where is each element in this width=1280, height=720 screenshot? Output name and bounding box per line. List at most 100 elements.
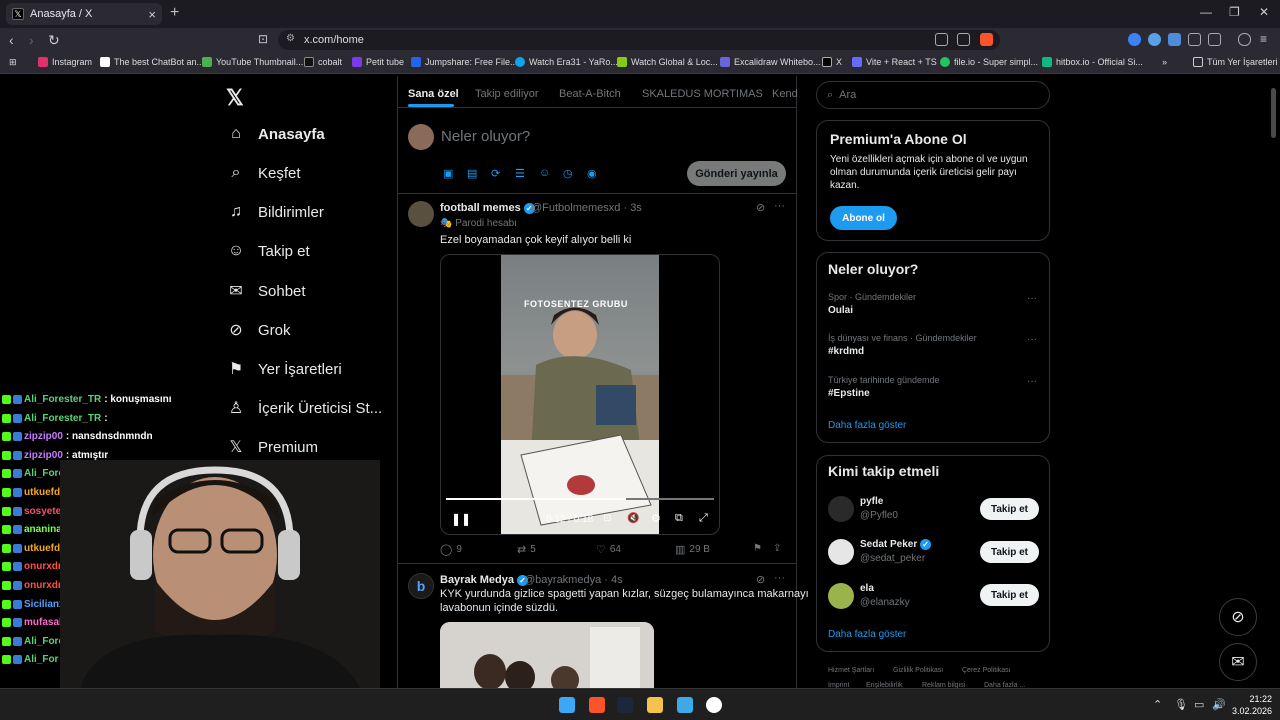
grok-fab-icon[interactable]: ⊘ [1219,598,1257,636]
cast-icon[interactable] [935,33,948,46]
share-tweet-icon[interactable]: ⇪ [773,543,781,554]
bookmark-item[interactable]: Jumpshare: Free File... [411,57,518,67]
x-logo-icon[interactable]: 𝕏 [226,85,244,111]
tweet-image[interactable] [440,622,654,688]
tab-following[interactable]: Takip ediliyor [475,88,539,100]
schedule-icon[interactable]: ◷ [563,167,573,180]
tab-list-2[interactable]: SKALEDUS MORTIMAS [642,88,763,100]
bookmark-item[interactable]: hitbox.io - Official Si... [1042,57,1143,67]
publish-post-button[interactable]: Gönderi yayınla [687,161,786,186]
app-taskbar-icon[interactable] [677,697,693,713]
show-more-trends-link[interactable]: Daha fazla göster [828,420,906,431]
share-icon[interactable] [957,33,970,46]
network-icon[interactable]: ▭ [1194,698,1204,711]
suggested-user-name[interactable]: Sedat Peker ✓ [860,539,932,550]
suggested-user-name[interactable]: ela [860,583,874,594]
chat-username[interactable]: Ali_For [24,654,58,665]
bookmark-item[interactable]: X [822,57,842,67]
video-progress-track[interactable] [446,498,714,500]
chat-username[interactable]: zipzip00 [24,431,63,442]
chat-username[interactable]: Ali_Forester_TR [24,394,101,405]
trend-more-icon[interactable]: ··· [1027,376,1037,387]
show-more-follow-link[interactable]: Daha fazla göster [828,629,906,640]
sidebar-item-grok[interactable]: ⊘ Grok [226,320,290,340]
grok-icon[interactable]: ⊘ [756,573,765,586]
suggested-user-name[interactable]: pyfle [860,496,883,507]
follow-button[interactable]: Takip et [980,541,1039,563]
views-button[interactable]: ▥ 29 B [675,543,710,556]
brave-shield-icon[interactable] [980,33,993,46]
start-icon[interactable] [559,697,575,713]
location-icon[interactable]: ◉ [587,167,597,180]
chat-username[interactable]: onurxdr [24,561,62,572]
sidebar-item-creator-studio[interactable]: ♙ İçerik Üreticisi St... [226,398,382,418]
chat-username[interactable]: Ali_Forester_TR [24,413,101,424]
trend-item[interactable]: #krdmd [828,346,864,357]
grok-icon[interactable]: ⊘ [756,201,765,214]
bookmark-item[interactable]: Petit tube [352,57,404,67]
retweet-button[interactable]: ⇄ 5 [517,543,536,556]
image-icon[interactable]: ▣ [443,167,453,180]
play-pause-icon[interactable]: ❚❚ [451,512,471,526]
bookmark-item[interactable]: The best ChatBot an... [100,57,204,67]
sidebar-item-follow[interactable]: ☺ Takip et [226,242,310,260]
sidebar-item-notifications[interactable]: ♫ Bildirimler [226,203,324,221]
reload-icon[interactable]: ↻ [48,32,60,49]
tweet-author-name[interactable]: Bayrak Medya ✓ [440,574,529,586]
chat-username[interactable]: onurxdr [24,580,62,591]
follow-button[interactable]: Takip et [980,584,1039,606]
all-bookmarks-folder[interactable]: Tüm Yer İşaretleri [1193,57,1278,67]
search-input[interactable]: ⌕ Ara [816,81,1050,109]
obs-icon[interactable] [706,697,722,713]
gif-icon[interactable]: ▤ [467,167,477,180]
window-close-icon[interactable]: ✕ [1259,5,1269,19]
vpn-icon[interactable] [1238,33,1251,46]
bookmark-item[interactable]: YouTube Thumbnail... [202,57,303,67]
user-avatar[interactable] [408,124,434,150]
bookmark-tweet-icon[interactable]: ⚑ [753,543,762,554]
mic-icon[interactable]: 🎙 [1174,698,1188,711]
tab-list-3[interactable]: Kend [772,88,798,100]
sidebar-item-chat[interactable]: ✉ Sohbet [226,281,305,301]
emoji-icon[interactable]: ☺ [539,167,550,179]
tweet-author-name[interactable]: football memes ✓ [440,202,535,214]
close-tab-icon[interactable]: × [148,7,156,22]
file-explorer-icon[interactable] [647,697,663,713]
fullscreen-icon[interactable]: ⤢ [699,512,708,525]
bookmark-item[interactable]: Instagram [38,57,92,67]
forward-icon[interactable]: › [29,32,34,48]
settings-icon[interactable]: ⚙ [651,512,661,525]
subscribe-button[interactable]: Abone ol [830,206,897,230]
volume-tray-icon[interactable]: 🔊 [1212,698,1226,711]
captions-icon[interactable]: ⊡ [603,513,611,524]
chat-username[interactable]: zipzip00 [24,450,63,461]
bookmark-item[interactable]: cobalt [304,57,342,67]
more-icon[interactable]: ··· [774,572,785,584]
system-clock[interactable]: 21:22 3.02.2026 [1232,693,1272,717]
minimize-icon[interactable]: — [1200,5,1212,19]
chat-username[interactable]: Sicilianx [24,599,65,610]
extension-1-icon[interactable] [1128,33,1141,46]
new-tab-icon[interactable]: + [170,4,179,22]
maximize-icon[interactable]: ❐ [1229,5,1240,19]
sidebar-item-home[interactable]: ⌂ Anasayfa [226,125,325,143]
tray-chevron-icon[interactable]: ⌃ [1153,698,1162,711]
url-bar[interactable]: ⚙ x.com/home [278,30,1000,50]
apps-icon[interactable]: ⊞ [9,57,17,68]
site-info-icon[interactable]: ⚙ [286,33,295,44]
tweet-avatar[interactable]: b [408,573,434,599]
extensions-icon[interactable] [1188,33,1201,46]
extension-2-icon[interactable] [1148,33,1161,46]
suggested-user-avatar[interactable] [828,583,854,609]
sidebar-item-explore[interactable]: ⌕ Keşfet [226,164,301,182]
poll-icon[interactable]: ☰ [515,167,525,180]
tab-list-1[interactable]: Beat-A-Bitch [559,88,621,100]
scrollbar[interactable] [1271,88,1276,138]
footer-link[interactable]: Gizlilik Politikası [893,667,943,674]
bookmark-item[interactable]: Watch Era31 - YaRo... [515,57,618,67]
more-bookmarks-icon[interactable]: » [1162,57,1167,67]
chat-username[interactable]: Ali_Fore [24,636,64,647]
tweet-avatar[interactable] [408,201,434,227]
trend-more-icon[interactable]: ··· [1027,293,1037,304]
pip-icon[interactable]: ⧉ [675,512,683,525]
